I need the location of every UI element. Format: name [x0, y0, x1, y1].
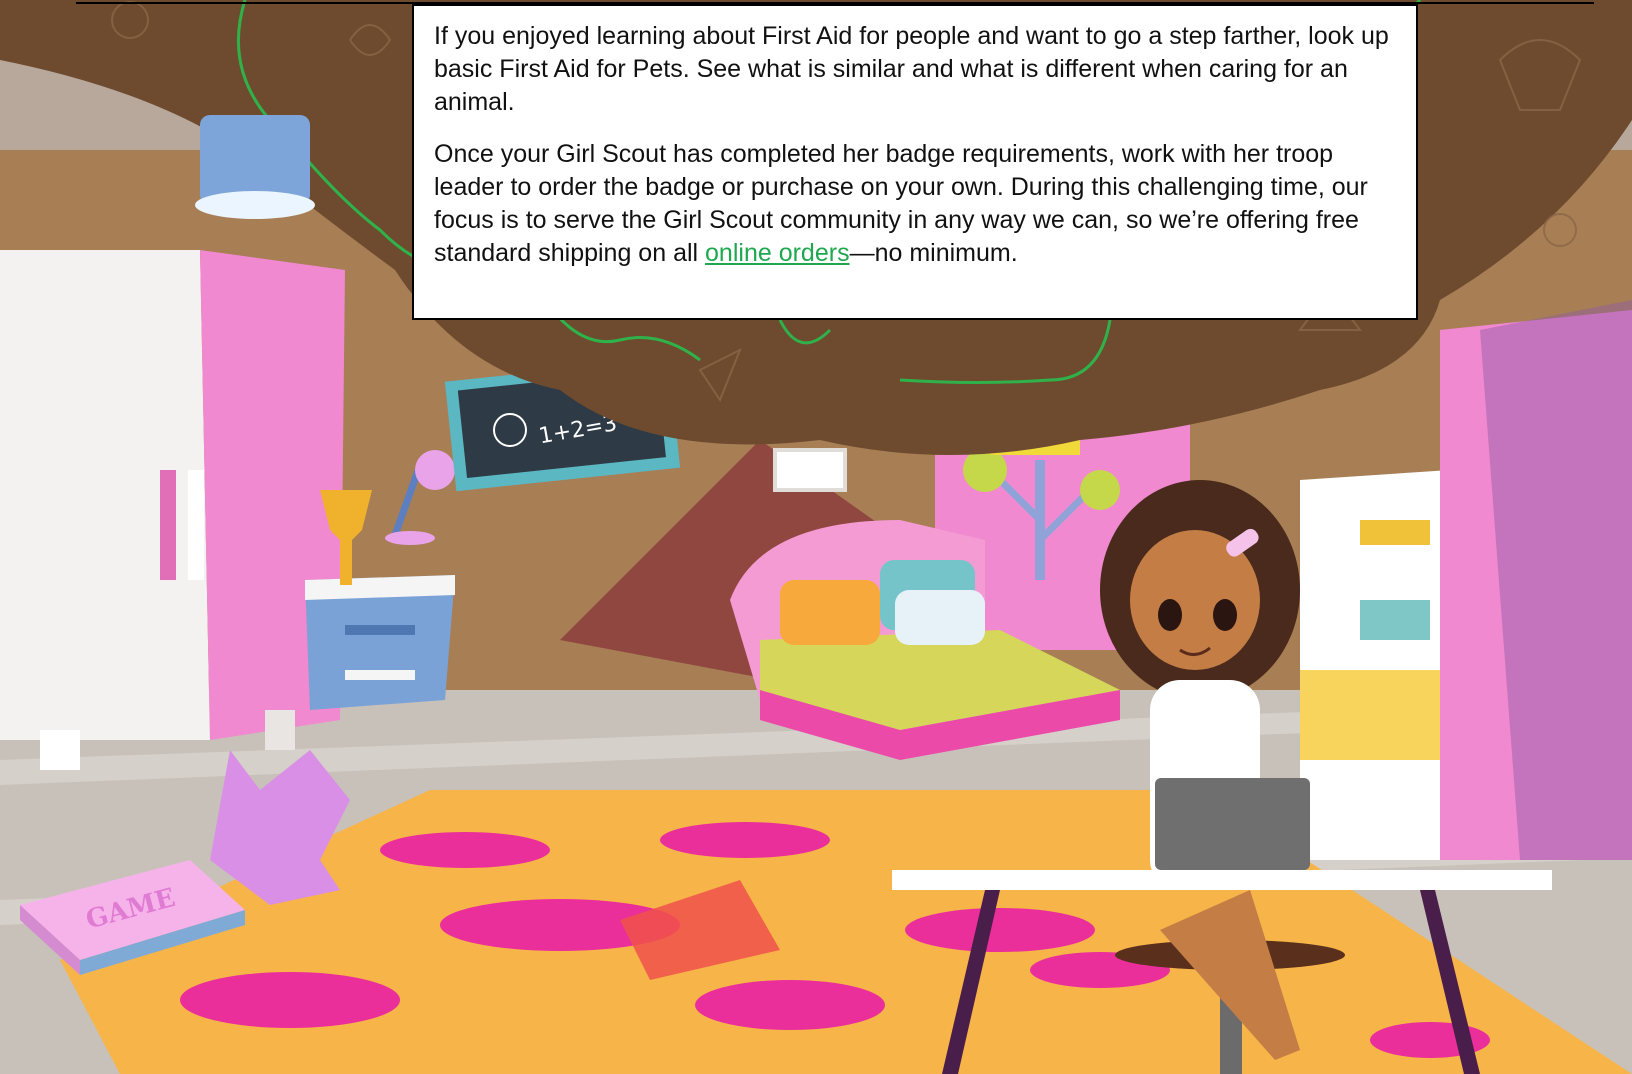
pets-first-aid-paragraph: If you enjoyed learning about First Aid …: [434, 22, 1389, 116]
picture-frame: [773, 448, 847, 492]
ordering-text-after: —no minimum.: [849, 239, 1018, 267]
online-orders-link[interactable]: online orders: [705, 239, 850, 267]
laptop: [1155, 778, 1310, 870]
wardrobe: [0, 250, 345, 770]
ordering-paragraph: Once your Girl Scout has completed her b…: [434, 138, 1398, 270]
pillow-orange: [780, 580, 880, 645]
badge-info-panel: If you enjoyed learning about First Aid …: [412, 4, 1418, 320]
pillow-white: [895, 590, 985, 645]
